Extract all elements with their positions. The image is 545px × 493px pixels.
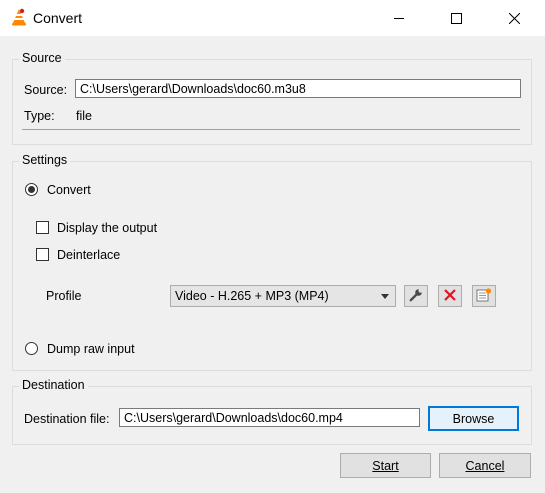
- browse-label: Browse: [452, 411, 495, 426]
- destination-group-title: Destination: [19, 378, 88, 392]
- profile-selected-value: Video - H.265 + MP3 (MP4): [175, 289, 329, 303]
- close-button[interactable]: [491, 0, 537, 36]
- radio-selected-dot: [28, 186, 35, 193]
- new-profile-icon: [476, 287, 492, 305]
- delete-icon: [444, 288, 456, 304]
- source-label: Source:: [24, 83, 68, 97]
- cancel-button[interactable]: Cancel: [439, 453, 531, 478]
- convert-radio[interactable]: [25, 183, 38, 196]
- wrench-icon: [409, 288, 423, 305]
- window-title: Convert: [33, 10, 83, 26]
- source-divider: [22, 129, 520, 130]
- close-icon: [508, 12, 520, 24]
- display-output-label[interactable]: Display the output: [57, 221, 157, 235]
- profile-dropdown[interactable]: Video - H.265 + MP3 (MP4): [170, 285, 396, 307]
- chevron-down-icon: [381, 294, 389, 299]
- deinterlace-checkbox[interactable]: [36, 248, 49, 261]
- profile-label: Profile: [46, 289, 82, 303]
- new-profile-button[interactable]: [472, 285, 496, 307]
- settings-group-title: Settings: [19, 153, 71, 167]
- convert-label[interactable]: Convert: [47, 183, 91, 197]
- edit-profile-button[interactable]: [404, 285, 428, 307]
- type-label: Type:: [24, 109, 55, 123]
- destination-file-field[interactable]: C:\Users\gerard\Downloads\doc60.mp4: [119, 408, 420, 427]
- source-field[interactable]: C:\Users\gerard\Downloads\doc60.m3u8: [75, 79, 521, 98]
- delete-profile-button[interactable]: [438, 285, 462, 307]
- minimize-button[interactable]: [376, 0, 422, 36]
- maximize-icon: [450, 12, 462, 24]
- dump-raw-radio[interactable]: [25, 342, 38, 355]
- vlc-cone-icon: [11, 8, 27, 26]
- source-group: [12, 59, 532, 145]
- type-value: file: [76, 109, 92, 123]
- minimize-icon: [394, 13, 404, 23]
- start-button[interactable]: Start: [340, 453, 431, 478]
- destination-file-label: Destination file:: [24, 412, 110, 426]
- source-group-title: Source: [19, 51, 65, 65]
- start-label: Start: [372, 458, 399, 473]
- display-output-checkbox[interactable]: [36, 221, 49, 234]
- dump-raw-label[interactable]: Dump raw input: [47, 342, 135, 356]
- browse-button[interactable]: Browse: [428, 406, 519, 431]
- cancel-label: Cancel: [465, 458, 505, 473]
- deinterlace-label[interactable]: Deinterlace: [57, 248, 120, 262]
- maximize-button[interactable]: [433, 0, 479, 36]
